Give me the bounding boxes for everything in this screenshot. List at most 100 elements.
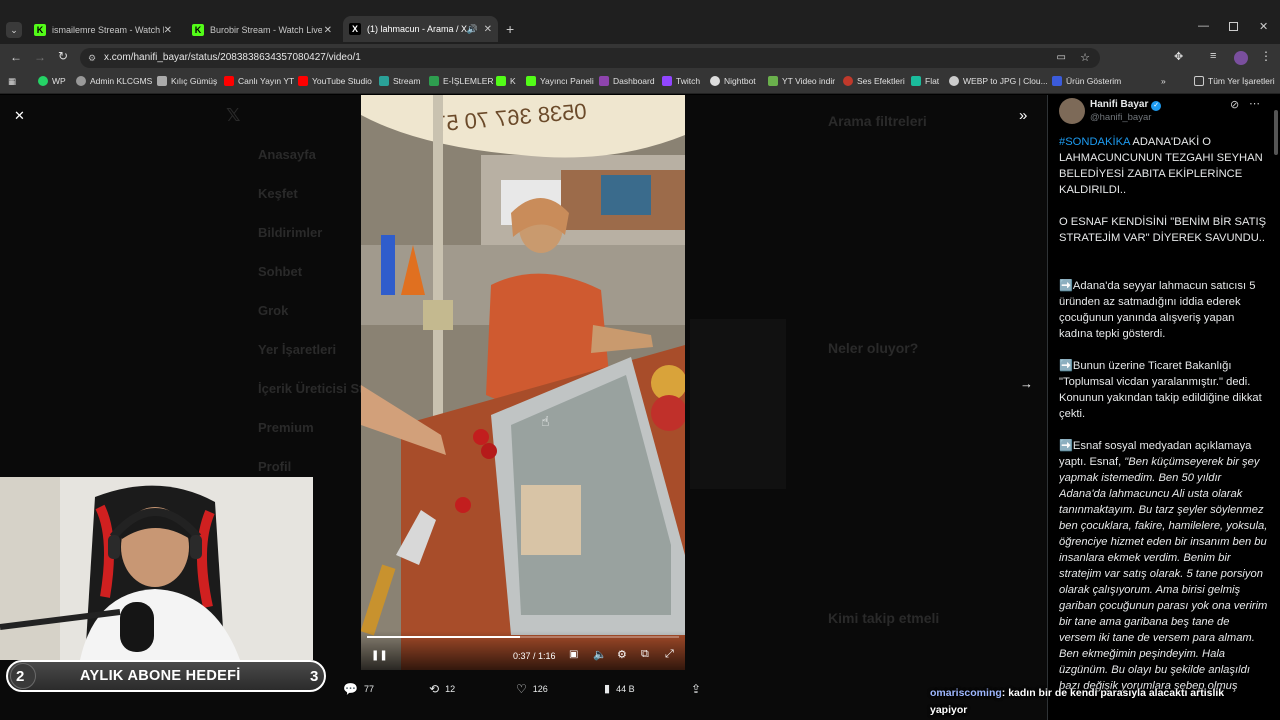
views-button[interactable]: ▮ 44 B <box>604 682 635 695</box>
reload-icon[interactable]: ↻ <box>58 49 68 63</box>
nav-item: Keşfet <box>258 186 298 201</box>
bookmark-item[interactable]: Flat <box>911 76 939 86</box>
hashtag-link[interactable]: #SONDAKİKA <box>1059 136 1130 148</box>
star-icon[interactable]: ☆ <box>1080 48 1090 68</box>
nav-item: Sohbet <box>258 264 303 279</box>
close-window-icon[interactable]: ✕ <box>1259 20 1268 33</box>
forward-icon[interactable]: → <box>34 50 46 64</box>
chat-username: omariscoming <box>930 687 1002 699</box>
close-modal-icon[interactable]: ✕ <box>14 108 25 124</box>
author-handle[interactable]: @hanifi_bayar <box>1090 112 1151 123</box>
bookmark-item[interactable]: Canlı Yayın YT <box>224 76 294 86</box>
bookmark-item[interactable]: Kılıç Gümüş <box>157 76 217 86</box>
site-info-icon[interactable]: ⚙ <box>88 48 96 68</box>
bookmark-label: Kılıç Gümüş <box>171 76 218 86</box>
download-icon <box>768 76 778 86</box>
settings-icon[interactable]: ⚙ <box>617 648 627 661</box>
bookmark-item[interactable]: Ses Efektleri <box>843 76 905 86</box>
share-icon: ⇪ <box>691 682 702 696</box>
time-display: 0:37 / 1:16 <box>513 651 556 661</box>
pause-icon[interactable]: ❚❚ <box>371 650 388 661</box>
bookmark-label: Nightbot <box>724 76 756 86</box>
close-tab-icon[interactable]: ✕ <box>324 25 332 36</box>
close-tab-icon[interactable]: ✕ <box>484 24 492 35</box>
all-bookmarks-folder[interactable]: Tüm Yer İşaretleri <box>1194 76 1275 86</box>
sound-effects-icon <box>843 76 853 86</box>
tab-burobir[interactable]: K Burobir Stream - Watch Live on ✕ <box>186 18 338 42</box>
video-player[interactable]: 0538 367 70 57 ☝ ❚❚ 0:37 / 1:16 ▣ 🔈 ⚙ ⧉ <box>361 95 685 670</box>
sub-goal-bar: 2 AYLIK ABONE HEDEFİ 3 <box>6 660 326 692</box>
close-tab-icon[interactable]: ✕ <box>164 25 172 36</box>
kick-icon: K <box>192 24 204 36</box>
bookmark-item[interactable]: K <box>496 76 516 86</box>
author-avatar[interactable] <box>1059 98 1085 124</box>
tweet-panel: Hanifi Bayar ✓ @hanifi_bayar ⊘ ⋯ #SONDAK… <box>1047 95 1280 720</box>
expand-panel-icon[interactable]: » <box>1019 107 1027 124</box>
grok-icon[interactable]: ⊘ <box>1230 98 1239 111</box>
bookmark-item[interactable]: Stream <box>379 76 420 86</box>
goal-current: 2 <box>16 668 25 685</box>
more-bookmarks-icon[interactable]: » <box>1161 76 1166 86</box>
whatsapp-icon <box>38 76 48 86</box>
bookmark-item[interactable]: Twitch <box>662 76 700 86</box>
tab-search-icon[interactable]: ⌄ <box>6 22 22 38</box>
bookmark-item[interactable]: Dashboard <box>599 76 655 86</box>
bookmark-item[interactable]: E-İŞLEMLER <box>429 76 494 86</box>
reply-icon: 💬 <box>343 682 358 696</box>
globe-icon <box>76 76 86 86</box>
speaker-icon[interactable]: 🔊 <box>467 24 478 35</box>
like-button[interactable]: ♡ 126 <box>516 682 548 696</box>
new-tab-button[interactable]: + <box>506 21 514 37</box>
profile-avatar[interactable] <box>1234 51 1248 65</box>
bookmark-label: Yayıncı Paneli <box>540 76 594 86</box>
repost-button[interactable]: ⟲ 12 <box>429 682 455 696</box>
url-field[interactable]: ⚙ x.com/hanifi_bayar/status/208383863435… <box>80 48 1100 68</box>
bookmark-item[interactable]: YT Video indir <box>768 76 835 86</box>
kick-icon: K <box>34 24 46 36</box>
bookmark-label: Stream <box>393 76 421 86</box>
bookmark-item[interactable]: Ürün Gösterim <box>1052 76 1121 86</box>
apps-icon[interactable]: ▦ <box>8 76 16 87</box>
tab-title: ismailemre Stream - Watch Live <box>52 25 164 35</box>
menu-icon[interactable]: ⋮ <box>1260 49 1272 63</box>
tab-title: Burobir Stream - Watch Live on <box>210 25 322 35</box>
maximize-icon[interactable] <box>1229 22 1238 31</box>
bookmark-label: Flat <box>925 76 940 86</box>
tab-ismailemre[interactable]: K ismailemre Stream - Watch Live ✕ <box>28 18 178 42</box>
next-media-icon[interactable]: → <box>1020 376 1033 391</box>
install-icon[interactable]: ▭ <box>1057 48 1066 68</box>
twitch-icon <box>662 76 672 86</box>
bookmark-item[interactable]: Admin KLCGMS <box>76 76 152 86</box>
bookmark-item[interactable]: YouTube Studio <box>298 76 372 86</box>
url-text: x.com/hanifi_bayar/status/20838386343570… <box>104 52 361 63</box>
follow-title: Kimi takip etmeli <box>828 610 940 626</box>
tab-lahmacun[interactable]: X (1) lahmacun - Arama / X 🔊 ✕ <box>343 16 498 42</box>
tab-title: (1) lahmacun - Arama / X <box>367 24 467 34</box>
flat-icon <box>911 76 921 86</box>
bookmark-label: E-İŞLEMLER <box>443 76 494 86</box>
reply-button[interactable]: 💬 77 <box>343 682 374 696</box>
bookmark-item[interactable]: Yayıncı Paneli <box>526 76 594 86</box>
bookmark-item[interactable]: WEBP to JPG | Clou... <box>949 76 1048 86</box>
nav-item: Grok <box>258 303 289 318</box>
progress-fill <box>367 636 520 638</box>
bookmark-item[interactable]: WP <box>38 76 66 86</box>
site-icon <box>157 76 167 86</box>
pip-icon[interactable]: ⧉ <box>641 648 649 661</box>
bookmark-label: WEBP to JPG | Clou... <box>963 76 1048 86</box>
scrollbar[interactable] <box>1274 110 1278 155</box>
media-icon[interactable]: ≡ <box>1210 50 1216 62</box>
minimize-icon[interactable]: — <box>1198 20 1209 32</box>
back-icon[interactable]: ← <box>10 50 22 64</box>
share-button[interactable]: ⇪ <box>691 682 701 696</box>
author-name[interactable]: Hanifi Bayar ✓ <box>1090 99 1162 111</box>
extensions-icon[interactable]: ✥ <box>1174 50 1183 63</box>
bookmark-label: WP <box>52 76 66 86</box>
progress-track[interactable] <box>367 636 679 638</box>
volume-icon[interactable]: 🔈 <box>593 648 607 661</box>
fullscreen-icon[interactable]: ⤢ <box>665 648 674 661</box>
webcam-overlay <box>0 477 313 660</box>
more-options-icon[interactable]: ⋯ <box>1249 97 1260 110</box>
bookmark-item[interactable]: Nightbot <box>710 76 756 86</box>
captions-icon[interactable]: ▣ <box>569 649 578 660</box>
